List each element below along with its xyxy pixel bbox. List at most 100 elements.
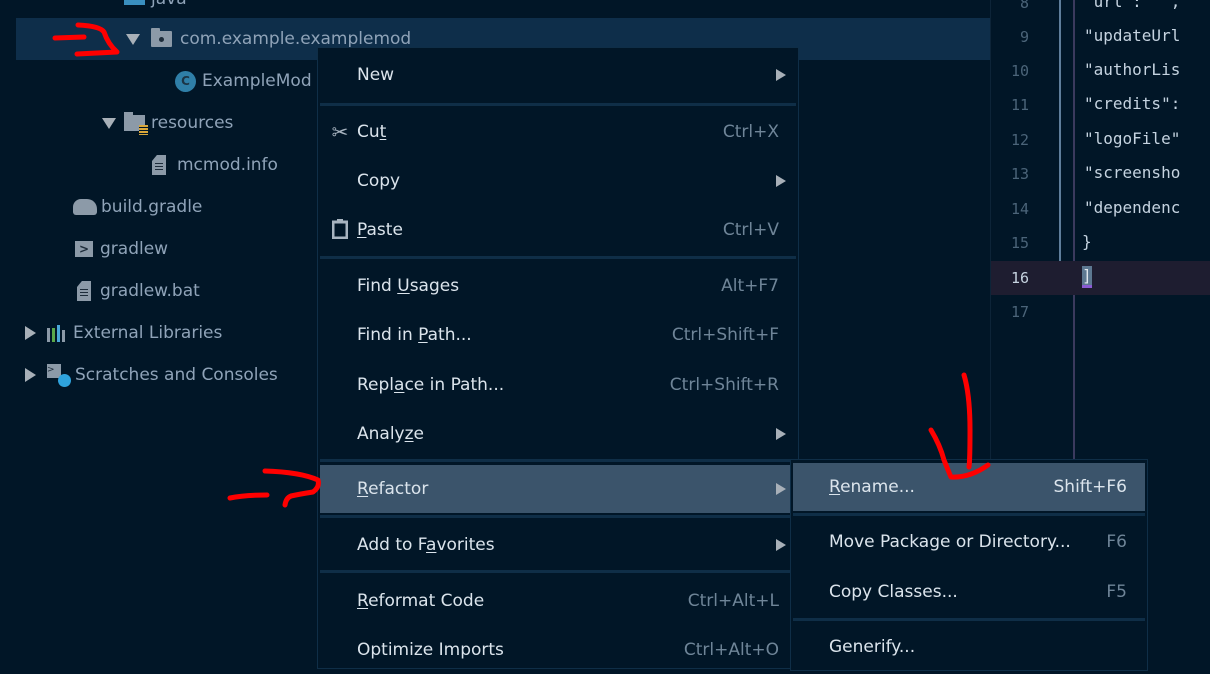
menu-item-shortcut: F5: [1106, 582, 1127, 602]
menu-separator: [793, 513, 1145, 516]
tree-item-label: mcmod.info: [177, 155, 278, 175]
menu-item-find-in-path[interactable]: Find in Path... Ctrl+Shift+F: [320, 311, 796, 359]
menu-item-label: Move Package or Directory...: [829, 532, 1071, 552]
tree-item-label: resources: [151, 113, 234, 133]
tree-item-label: ExampleMod: [202, 71, 312, 91]
code-text: "updateUrl: [1084, 26, 1181, 45]
menu-item-generify[interactable]: Generify...: [793, 623, 1145, 671]
expand-arrow-icon[interactable]: [25, 326, 36, 340]
menu-item-label: Analyze: [357, 424, 425, 444]
file-icon: [77, 281, 91, 301]
tree-item-examplemod[interactable]: C ExampleMod: [175, 60, 312, 102]
menu-item-cut[interactable]: ✂ Cut Ctrl+X: [320, 108, 796, 156]
class-icon: C: [175, 70, 196, 92]
line-number: 12: [1010, 131, 1029, 149]
menu-item-copy[interactable]: Copy: [320, 157, 796, 205]
menu-item-add-to-favorites[interactable]: Add to Favorites: [320, 521, 796, 569]
menu-item-label: New: [357, 65, 395, 85]
submenu-arrow-icon: [776, 483, 786, 495]
line-number: 16: [1010, 269, 1029, 287]
menu-item-label: Replace in Path...: [357, 375, 505, 395]
editor-line[interactable]: 8 "url": "",: [991, 0, 1210, 21]
menu-separator: [320, 459, 796, 462]
submenu-arrow-icon: [776, 69, 786, 81]
tree-item-label: java: [151, 0, 187, 9]
submenu-arrow-icon: [776, 539, 786, 551]
menu-item-reformat-code[interactable]: Reformat Code Ctrl+Alt+L: [320, 577, 796, 625]
menu-item-rename[interactable]: Rename... Shift+F6: [793, 463, 1145, 511]
menu-item-label: Reformat Code: [357, 591, 485, 611]
menu-item-new[interactable]: New: [320, 51, 796, 99]
menu-item-shortcut: Ctrl+Alt+O: [683, 640, 779, 660]
menu-item-replace-in-path[interactable]: Replace in Path... Ctrl+Shift+R: [320, 361, 796, 409]
tree-item-build-gradle[interactable]: build.gradle: [73, 186, 202, 228]
line-number: 14: [1010, 200, 1029, 218]
editor-line[interactable]: 11 "credits":: [991, 89, 1210, 123]
submenu-arrow-icon: [776, 428, 786, 440]
scratches-icon: >: [47, 364, 71, 387]
line-number: 9: [1019, 28, 1029, 46]
menu-item-move-package[interactable]: Move Package or Directory... F6: [793, 518, 1145, 566]
menu-item-refactor[interactable]: Refactor: [320, 465, 796, 513]
submenu-arrow-icon: [776, 175, 786, 187]
tree-item-scratches[interactable]: > Scratches and Consoles: [25, 354, 278, 396]
line-number: 11: [1010, 96, 1029, 114]
editor-line[interactable]: 10 "authorLis: [991, 55, 1210, 89]
libraries-icon: [47, 324, 69, 342]
menu-separator: [320, 570, 796, 573]
editor-line[interactable]: 14 "dependenc: [991, 193, 1210, 227]
tree-item-java[interactable]: java: [98, 0, 187, 20]
menu-item-label: Cut: [357, 122, 387, 142]
editor-line[interactable]: 9 "updateUrl: [991, 21, 1210, 55]
gradle-elephant-icon: [73, 199, 97, 215]
code-text: "screensho: [1084, 163, 1181, 182]
code-text: "credits":: [1084, 94, 1181, 113]
menu-item-find-usages[interactable]: Find Usages Alt+F7: [320, 262, 796, 310]
tree-item-resources[interactable]: resources: [102, 102, 233, 144]
menu-item-label: Copy Classes...: [829, 582, 958, 602]
editor-line[interactable]: 13 "screensho: [991, 158, 1210, 192]
menu-item-shortcut: Alt+F7: [721, 276, 779, 296]
context-menu: New ✂ Cut Ctrl+X Copy Paste Ctrl+V Find …: [317, 47, 799, 669]
code-text: "authorLis: [1084, 60, 1181, 79]
menu-item-optimize-imports[interactable]: Optimize Imports Ctrl+Alt+O: [320, 626, 796, 674]
tree-item-gradlew[interactable]: > gradlew: [75, 228, 168, 270]
code-text: "logoFile": [1084, 129, 1181, 148]
menu-item-paste[interactable]: Paste Ctrl+V: [320, 206, 796, 254]
package-icon: [151, 28, 172, 47]
tree-item-label: gradlew: [100, 239, 169, 259]
menu-item-analyze[interactable]: Analyze: [320, 410, 796, 458]
menu-item-label: Generify...: [829, 637, 916, 657]
menu-item-label: Find in Path...: [357, 325, 472, 345]
tree-item-external-libraries[interactable]: External Libraries: [25, 312, 222, 354]
tree-item-gradlew-bat[interactable]: gradlew.bat: [77, 270, 200, 312]
tree-item-label: build.gradle: [101, 197, 203, 217]
tree-item-label: Scratches and Consoles: [75, 365, 278, 385]
terminal-script-icon: >: [75, 241, 93, 257]
line-number: 10: [1010, 62, 1029, 80]
menu-item-label: Refactor: [357, 479, 429, 499]
menu-item-shortcut: F6: [1106, 532, 1127, 552]
refactor-submenu: Rename... Shift+F6 Move Package or Direc…: [790, 459, 1148, 671]
tree-item-mcmod-info[interactable]: mcmod.info: [152, 144, 278, 186]
expand-arrow-icon[interactable]: [25, 368, 36, 382]
expand-arrow-icon[interactable]: [126, 33, 140, 45]
menu-item-label: Find Usages: [357, 276, 460, 296]
editor-line[interactable]: 12 "logoFile": [991, 124, 1210, 158]
menu-item-label: Optimize Imports: [357, 640, 504, 660]
menu-item-label: Rename...: [829, 477, 915, 497]
line-number: 13: [1010, 165, 1029, 183]
scissors-icon: ✂: [331, 120, 349, 144]
menu-item-copy-classes[interactable]: Copy Classes... F5: [793, 568, 1145, 616]
code-text: }: [1082, 232, 1092, 251]
menu-item-shortcut: Ctrl+Shift+R: [669, 375, 779, 395]
editor-line[interactable]: 17: [991, 296, 1210, 330]
tree-item-label: com.example.examplemod: [180, 29, 412, 49]
code-text: "dependenc: [1084, 198, 1181, 217]
resources-folder-icon: [124, 112, 148, 135]
editor-line[interactable]: 15 }: [991, 227, 1210, 261]
editor-line-current[interactable]: 16 ]: [991, 261, 1210, 295]
menu-item-label: Add to Favorites: [357, 535, 495, 555]
line-number: 17: [1010, 303, 1029, 321]
expand-arrow-icon[interactable]: [102, 117, 116, 129]
